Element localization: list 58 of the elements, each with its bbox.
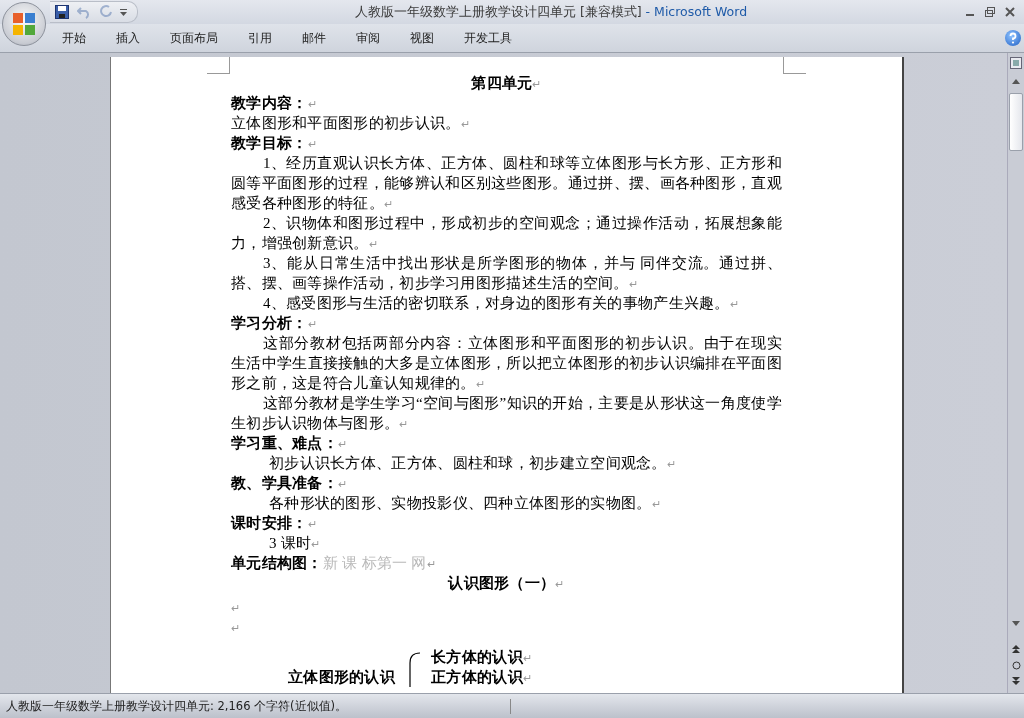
select-browse-object-button[interactable]: [1009, 659, 1023, 671]
section-label: 单元结构图：: [231, 554, 323, 573]
ribbon-tab[interactable]: 开发工具: [452, 26, 524, 50]
paragraph-text: 立体图形和平面图形的初步认识。↵: [231, 114, 470, 133]
paragraph-mark: ↵: [231, 602, 241, 614]
diagram-root-label: 立体图形的认识: [288, 668, 396, 687]
paragraph-text: 3、能从日常生活中找出形状是所学图形的物体，并与 同伴交流。通过拼、搭、摆、画等操作活动，初步学习用图形描述生活的空间。↵: [231, 254, 782, 293]
restore-icon: [984, 6, 996, 18]
minimize-icon: [966, 14, 974, 16]
paragraph-text: 4、感受图形与生活的密切联系，对身边的图形有关的事物产生兴趣。↵: [262, 294, 741, 313]
redo-icon: [99, 5, 113, 19]
office-logo-icon: [12, 12, 36, 36]
ribbon-tab[interactable]: 审阅: [344, 26, 392, 50]
diagram-item: 长方体的认识↵: [431, 648, 533, 667]
window-title: 人教版一年级数学上册教学设计四单元 [兼容模式] - Microsoft Word: [353, 3, 749, 21]
paragraph-text: 各种形状的图形、实物投影仪、四种立体图形的实物图。↵: [269, 494, 661, 513]
office-button[interactable]: [2, 2, 46, 46]
paragraph-text: 这部分教材是学生学习“空间与图形”知识的开始，主要是从形状这一角度使学生初步认识物体与图形。↵: [231, 394, 782, 433]
diagram-item: 正方体的认识↵: [431, 668, 533, 687]
customize-dropdown-icon[interactable]: [120, 8, 127, 16]
double-up-arrow-icon: [1012, 645, 1020, 653]
circle-icon: [1011, 660, 1021, 670]
ribbon-tab[interactable]: 页面布局: [158, 26, 230, 50]
ruler-toggle-icon[interactable]: [1010, 57, 1022, 69]
double-down-arrow-icon: [1012, 677, 1020, 685]
section-label: 学习重、难点：↵: [231, 434, 348, 453]
section-label: 教、学具准备：↵: [231, 474, 348, 493]
ribbon-tab[interactable]: 引用: [236, 26, 284, 50]
help-button[interactable]: [1005, 30, 1021, 46]
page-corner-mark: [207, 57, 230, 74]
paragraph-text: 1、经历直观认识长方体、正方体、圆柱和球等立体图形与长方形、正方形和圆等平面图形的过程，能够辨认和区别这些图形。通过拼、摆、画各种图形，直观感受各种图形的特征。↵: [231, 154, 782, 213]
scrollbar-thumb[interactable]: [1009, 93, 1023, 151]
section-label: 教学内容：↵: [231, 94, 317, 113]
section-label: 学习分析：↵: [231, 314, 317, 333]
section-label: 教学目标：↵: [231, 134, 317, 153]
ribbon-tab[interactable]: 插入: [104, 26, 152, 50]
document-heading: 认识图形（一）↵: [448, 574, 565, 593]
ribbon-tab[interactable]: 视图: [398, 26, 446, 50]
close-icon: [1004, 6, 1016, 18]
ribbon-tab[interactable]: 邮件: [290, 26, 338, 50]
page-corner-mark: [783, 57, 806, 74]
paragraph-text: 这部分教材包括两部分内容：立体图形和平面图形的初步认识。由于在现实生活中学生直接接触的大多是立体图形，所以把立体图形的初步认识编排在平面图形之前，这是符合儿童认知规律的。↵: [231, 334, 782, 393]
section-label: 课时安排：↵: [231, 514, 317, 533]
paragraph-mark: ↵: [231, 622, 241, 634]
up-arrow-icon: [1012, 78, 1020, 84]
close-button[interactable]: [1004, 6, 1016, 18]
save-icon: [55, 5, 69, 19]
save-button[interactable]: [54, 4, 70, 20]
ribbon-tab[interactable]: 开始: [50, 26, 98, 50]
document-heading: 第四单元↵: [471, 74, 542, 93]
paragraph-text: 3 课时↵: [269, 534, 321, 553]
restore-button[interactable]: [984, 6, 996, 18]
paragraph-text: 初步认识长方体、正方体、圆柱和球，初步建立空间观念。↵: [269, 454, 677, 473]
status-text: 人教版一年级数学上册教学设计四单元: 2,166 个字符(近似值)。: [0, 698, 511, 714]
undo-icon: [77, 5, 91, 19]
brace-icon: [407, 651, 422, 687]
down-arrow-icon: [1012, 620, 1020, 626]
paragraph-text: 2、识物体和图形过程中，形成初步的空间观念；通过操作活动，拓展想象能力，增强创新意识。↵: [231, 214, 782, 253]
